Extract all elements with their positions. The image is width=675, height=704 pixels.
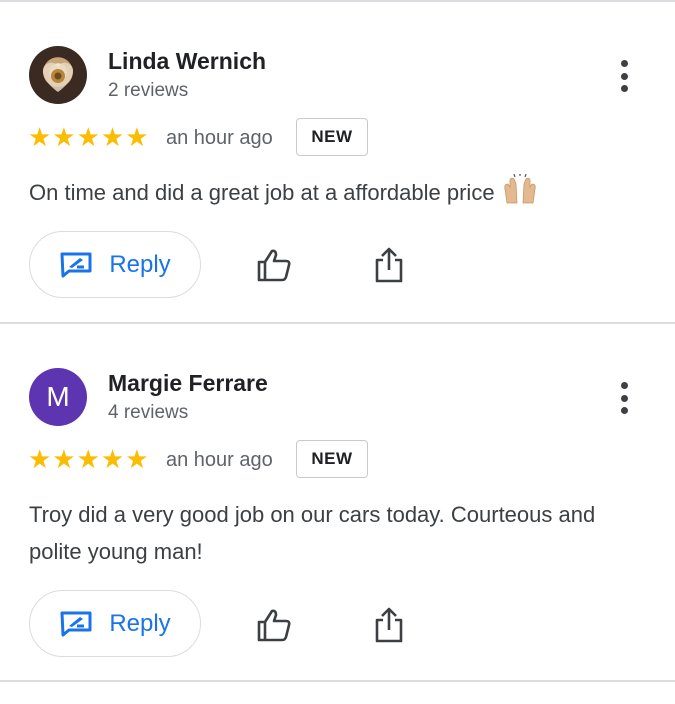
more-options-button[interactable]	[610, 380, 638, 416]
star-rating: ★★★★★	[28, 122, 150, 152]
review-time: an hour ago	[166, 127, 273, 149]
more-options-button[interactable]	[610, 58, 638, 94]
share-button[interactable]	[372, 606, 406, 644]
bottom-divider	[0, 680, 675, 682]
avatar[interactable]	[29, 46, 87, 104]
reviewer-review-count: 4 reviews	[108, 402, 189, 423]
reply-label: Reply	[109, 250, 171, 278]
thumbs-up-icon	[257, 249, 291, 282]
share-icon	[375, 607, 403, 643]
review-time: an hour ago	[166, 449, 273, 471]
more-vert-icon	[620, 60, 628, 67]
star-rating: ★★★★★	[28, 444, 150, 474]
more-vert-icon	[620, 382, 628, 389]
raising-hands-emoji-icon	[501, 173, 539, 215]
avatar-letter: M	[46, 381, 70, 412]
review-card: Linda Wernich 2 reviews ★★★★★ an hour ag…	[0, 2, 675, 322]
reviewer-name[interactable]: Linda Wernich	[108, 48, 266, 75]
share-icon	[375, 247, 403, 283]
like-button[interactable]	[256, 607, 292, 643]
review-text: Troy did a very good job on our cars tod…	[29, 502, 596, 564]
reply-edit-icon	[60, 252, 92, 277]
review-card: M Margie Ferrare 4 reviews ★★★★★ an hour…	[0, 324, 675, 680]
thumbs-up-icon	[257, 609, 291, 642]
reply-edit-icon	[60, 611, 92, 636]
share-button[interactable]	[372, 246, 406, 284]
new-badge: NEW	[296, 440, 368, 478]
new-badge: NEW	[296, 118, 368, 156]
review-text-container: On time and did a great job at a afforda…	[29, 173, 644, 215]
review-text: On time and did a great job at a afforda…	[29, 180, 495, 205]
avatar[interactable]: M	[29, 368, 87, 426]
reply-button[interactable]: Reply	[29, 590, 201, 657]
avatar-photo-icon	[42, 62, 74, 92]
reviewer-review-count: 2 reviews	[108, 80, 189, 101]
like-button[interactable]	[256, 247, 292, 283]
reply-button[interactable]: Reply	[29, 231, 201, 298]
reply-label: Reply	[109, 609, 171, 637]
reviewer-name[interactable]: Margie Ferrare	[108, 370, 268, 397]
